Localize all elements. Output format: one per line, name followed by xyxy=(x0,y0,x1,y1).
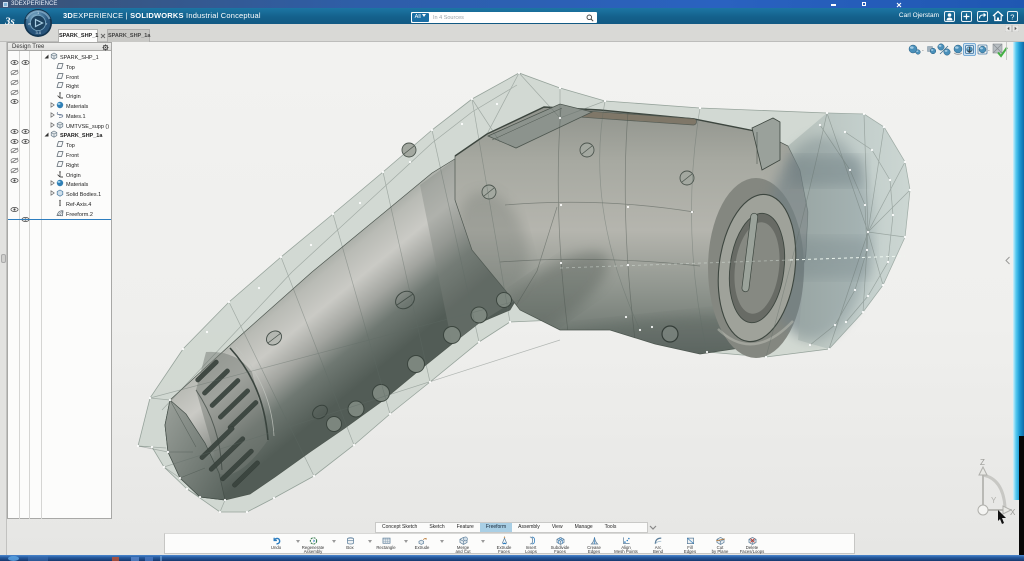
svg-text:Z: Z xyxy=(980,458,985,467)
svg-text:?: ? xyxy=(1010,12,1014,21)
svg-text:-: - xyxy=(922,48,924,54)
svg-text:3s: 3s xyxy=(4,16,15,28)
svg-text:X: X xyxy=(1010,508,1015,517)
svg-text:-: - xyxy=(988,48,990,54)
svg-text:w: w xyxy=(28,21,31,26)
svg-text:3.0: 3.0 xyxy=(36,30,42,35)
svg-text:Y: Y xyxy=(991,496,997,505)
